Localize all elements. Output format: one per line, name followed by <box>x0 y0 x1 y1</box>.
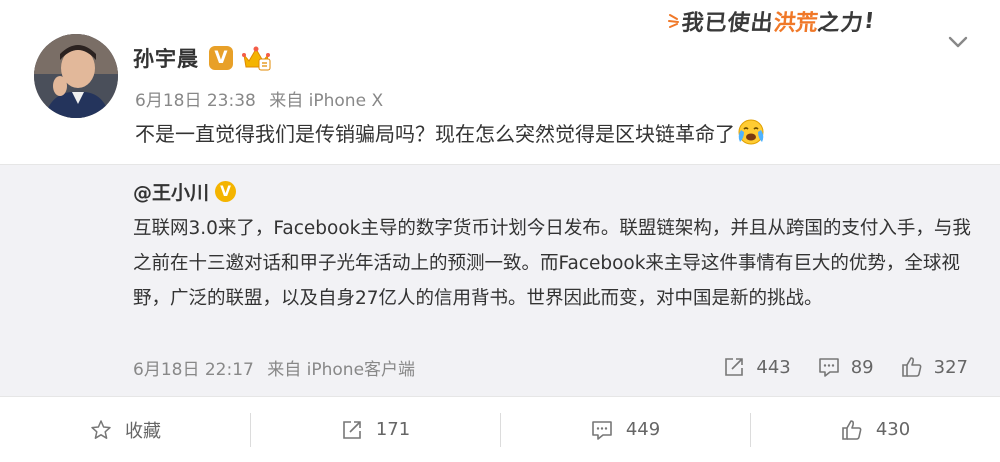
post-meta: 6月18日 23:38 来自 iPhone X <box>135 86 383 111</box>
star-icon <box>91 419 111 439</box>
repost-comment-button[interactable]: 89 <box>817 355 874 379</box>
author-name[interactable]: 孙宇晨 <box>133 43 199 73</box>
like-count: 430 <box>875 419 911 440</box>
spark-icon <box>668 14 679 28</box>
post-body: 不是一直觉得我们是传销骗局吗？现在怎么突然觉得是区块链革命了 <box>135 122 735 146</box>
like-button[interactable]: 430 <box>750 397 1000 462</box>
repost-like-button[interactable]: 327 <box>900 355 968 379</box>
weibo-post-card: 孙宇晨 V 6月18日 23:38 来自 iPhone X 不是一直觉得我们是传… <box>0 0 1000 462</box>
comment-button[interactable]: 449 <box>500 397 750 462</box>
repost-author-row: @王小川 V <box>133 178 237 205</box>
share-button[interactable]: 171 <box>250 397 500 462</box>
favorite-button[interactable]: 收藏 <box>0 397 250 462</box>
repost-date[interactable]: 6月18日 22:17 <box>133 360 254 380</box>
repost-meta: 6月18日 22:17 来自 iPhone客户端 <box>133 355 415 380</box>
repost-text: 互联网3.0来了，Facebook主导的数字货币计划今日发布。联盟链架构，并且从… <box>133 218 971 309</box>
comment-icon <box>818 358 839 377</box>
chevron-down-icon[interactable] <box>947 34 969 50</box>
avatar[interactable] <box>34 34 118 118</box>
avatar-image <box>34 34 118 118</box>
repost-like-count: 327 <box>933 356 968 378</box>
cry-emoji-icon <box>738 119 764 145</box>
thumbs-up-icon <box>842 419 862 440</box>
share-icon <box>343 420 361 439</box>
repost-actions: 443 89 327 <box>696 355 968 379</box>
comment-count: 449 <box>625 419 661 440</box>
share-icon <box>725 358 744 376</box>
stamp-text-2: 洪荒 <box>772 11 820 36</box>
author-row: 孙宇晨 V <box>133 42 271 74</box>
repost-author[interactable]: @王小川 <box>133 178 209 205</box>
crown-icon <box>242 46 271 71</box>
comment-icon <box>592 420 612 440</box>
stamp-bang: ! <box>862 8 877 34</box>
stamp-text-1: 我已使出 <box>680 11 776 36</box>
repost-comment-count: 89 <box>850 356 874 378</box>
repost-source: 来自 iPhone客户端 <box>267 360 416 380</box>
repost-block[interactable]: @王小川 V 互联网3.0来了，Facebook主导的数字货币计划今日发布。联盟… <box>0 164 1000 396</box>
action-bar: 收藏 171 449 430 <box>0 396 1000 462</box>
verified-badge: V <box>209 46 233 70</box>
repost-share-button[interactable]: 443 <box>722 355 791 379</box>
post-text: 不是一直觉得我们是传销骗局吗？现在怎么突然觉得是区块链革命了 <box>135 118 765 150</box>
power-stamp-sticker: 我已使出 洪荒 之力 ! <box>668 6 877 36</box>
thumbs-up-icon <box>901 357 922 377</box>
post-date[interactable]: 6月18日 23:38 <box>135 91 256 111</box>
post-source: 来自 iPhone X <box>269 91 384 111</box>
repost-verified-badge: V <box>215 181 237 202</box>
favorite-label: 收藏 <box>125 420 161 442</box>
stamp-text-3: 之力 <box>816 11 866 36</box>
repost-share-count: 443 <box>756 356 791 378</box>
share-count: 171 <box>375 419 411 440</box>
